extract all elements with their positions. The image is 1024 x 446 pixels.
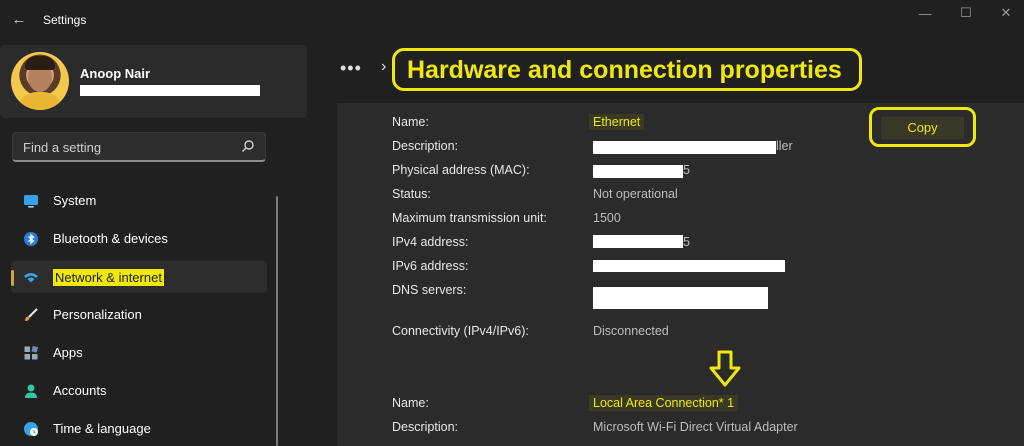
sidebar-item-bluetooth[interactable]: Bluetooth & devices — [11, 223, 267, 255]
redacted-ipv4 — [593, 235, 683, 248]
search-placeholder: Find a setting — [23, 140, 102, 155]
copy-button[interactable]: Copy — [869, 107, 976, 147]
ipv4-label: IPv4 address: — [392, 235, 469, 249]
avatar-shirt — [17, 92, 63, 110]
copy-button-label: Copy — [881, 117, 964, 139]
avatar[interactable] — [11, 52, 69, 110]
user-name: Anoop Nair — [80, 66, 151, 81]
sidebar-item-label: Apps — [53, 345, 83, 360]
description-value: ller — [776, 139, 793, 153]
bluetooth-icon — [24, 232, 38, 246]
redacted-ipv6 — [593, 260, 785, 272]
redacted-email — [80, 85, 260, 96]
close-button[interactable]: ✕ — [995, 5, 1017, 21]
ipv4-value: 5 — [683, 235, 690, 249]
name-label: Name: — [392, 115, 429, 129]
sidebar-item-network[interactable]: Network & internet — [11, 261, 267, 293]
chevron-right-icon: › — [381, 58, 387, 75]
avatar-hair — [25, 56, 55, 70]
dns-label: DNS servers: — [392, 283, 467, 297]
sidebar-item-apps[interactable]: Apps — [11, 337, 267, 369]
globe-clock-icon — [24, 422, 38, 436]
mac-value: 5 — [683, 163, 690, 177]
sidebar-item-accounts[interactable]: Accounts — [11, 375, 267, 407]
mac-label: Physical address (MAC): — [392, 163, 530, 177]
redacted-dns — [593, 287, 768, 309]
page-title: Hardware and connection properties — [392, 48, 862, 91]
maximize-button[interactable]: ☐ — [955, 5, 977, 21]
description-value: Microsoft Wi-Fi Direct Virtual Adapter — [593, 420, 798, 434]
status-value: Not operational — [593, 187, 678, 201]
more-options-icon[interactable]: ••• — [340, 58, 362, 79]
app-title: Settings — [43, 13, 87, 27]
sidebar-scrollbar[interactable] — [276, 196, 278, 446]
description-label: Description: — [392, 420, 458, 434]
adapter-name: Local Area Connection* 1 — [589, 395, 739, 411]
minimize-button[interactable]: — — [914, 5, 936, 21]
down-arrow-icon — [709, 350, 741, 387]
brush-icon — [25, 308, 38, 321]
search-icon[interactable] — [241, 139, 255, 153]
sidebar-item-label: Bluetooth & devices — [53, 231, 168, 246]
name-label: Name: — [392, 396, 429, 410]
sidebar-item-system[interactable]: System — [11, 185, 267, 217]
title-bar: ← Settings — ☐ ✕ — [0, 0, 1024, 40]
sidebar-item-label: Time & language — [53, 421, 151, 436]
wifi-icon — [24, 273, 38, 283]
sidebar-item-personalization[interactable]: Personalization — [11, 299, 267, 331]
mtu-label: Maximum transmission unit: — [392, 211, 547, 225]
redacted-description — [593, 141, 776, 154]
description-label: Description: — [392, 139, 458, 153]
status-label: Status: — [392, 187, 431, 201]
redacted-mac — [593, 165, 683, 178]
sidebar-item-time-language[interactable]: Time & language — [11, 413, 267, 445]
back-arrow-icon[interactable]: ← — [8, 8, 30, 30]
sidebar-item-label: Accounts — [53, 383, 107, 398]
apps-icon — [24, 345, 39, 360]
sidebar-item-label: System — [53, 193, 97, 208]
mtu-value: 1500 — [593, 211, 621, 225]
person-icon — [25, 384, 37, 398]
search-input[interactable]: Find a setting — [12, 132, 266, 162]
connectivity-value: Disconnected — [593, 324, 669, 338]
sidebar-item-label: Personalization — [53, 307, 142, 322]
page-title-text: Hardware and connection properties — [407, 56, 842, 84]
connectivity-label: Connectivity (IPv4/IPv6): — [392, 324, 529, 338]
monitor-icon — [24, 195, 38, 208]
sidebar-item-label: Network & internet — [53, 269, 164, 286]
ipv6-label: IPv6 address: — [392, 259, 469, 273]
adapter-name: Ethernet — [589, 114, 645, 130]
